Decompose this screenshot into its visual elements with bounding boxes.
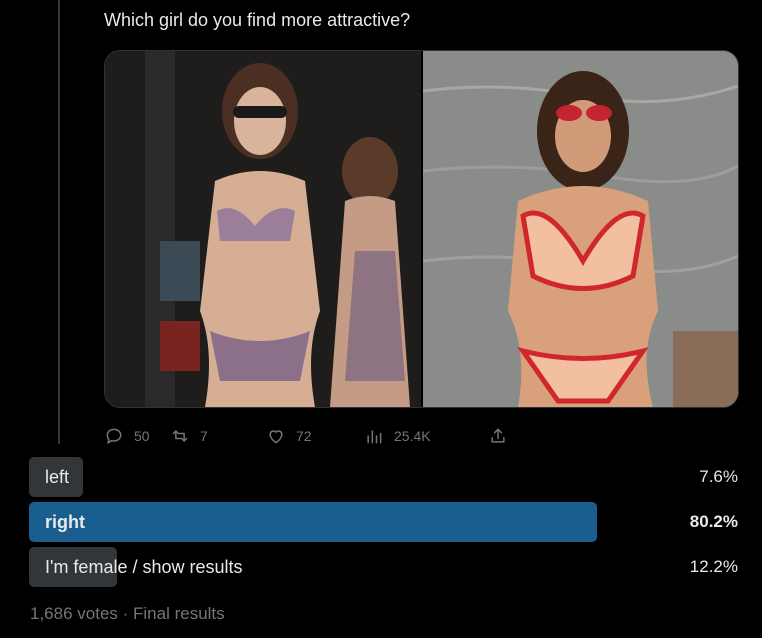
photo-right[interactable] bbox=[423, 51, 738, 407]
photo-right-illustration bbox=[423, 51, 738, 407]
reply-icon bbox=[106, 428, 122, 445]
tweet-media[interactable] bbox=[104, 50, 739, 408]
poll-option-percent: 80.2% bbox=[689, 512, 738, 531]
photo-left[interactable] bbox=[105, 51, 421, 407]
repost-button[interactable]: 7 bbox=[170, 426, 266, 446]
views-count: 25.4K bbox=[394, 428, 431, 444]
poll-bar-right bbox=[29, 502, 597, 542]
poll-option-right[interactable]: right 80.2% bbox=[29, 502, 738, 542]
repost-icon bbox=[172, 430, 188, 442]
poll-option-label: left bbox=[45, 467, 70, 487]
reply-count: 50 bbox=[134, 428, 150, 444]
views-icon bbox=[367, 430, 382, 444]
like-count: 72 bbox=[296, 428, 312, 444]
reply-button[interactable]: 50 bbox=[104, 426, 170, 446]
poll-option-percent: 12.2% bbox=[689, 557, 738, 576]
views-button[interactable]: 25.4K bbox=[364, 426, 488, 446]
poll-option-female[interactable]: I'm female / show results 12.2% bbox=[29, 547, 738, 587]
tweet-text: Which girl do you find more attractive? bbox=[104, 10, 411, 30]
poll-option-label: right bbox=[45, 512, 85, 532]
poll-option-left[interactable]: left 7.6% bbox=[29, 457, 738, 497]
repost-count: 7 bbox=[200, 428, 208, 444]
photo-left-illustration bbox=[105, 51, 421, 407]
share-icon bbox=[491, 428, 505, 443]
tweet-actions: 50 7 72 25.4K bbox=[104, 424, 508, 448]
like-icon bbox=[269, 430, 283, 444]
thread-line bbox=[58, 0, 60, 444]
share-button[interactable] bbox=[488, 426, 508, 446]
poll-option-label: I'm female / show results bbox=[45, 557, 243, 577]
like-button[interactable]: 72 bbox=[266, 426, 364, 446]
poll-option-percent: 7.6% bbox=[699, 467, 738, 486]
poll-footer: 1,686 votes · Final results bbox=[30, 604, 225, 623]
